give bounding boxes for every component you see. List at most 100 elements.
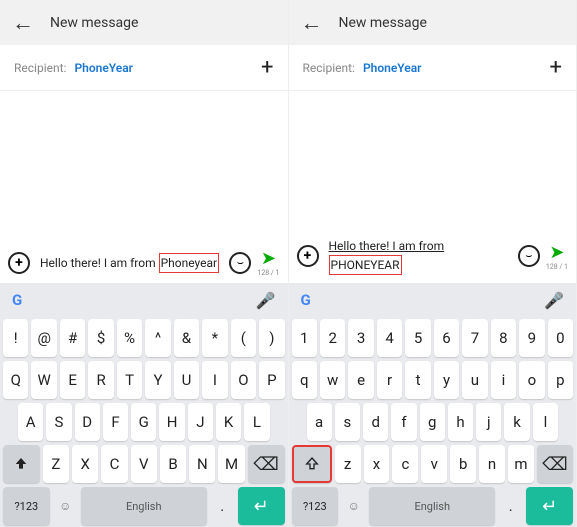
key[interactable]: 9 bbox=[519, 319, 544, 357]
key[interactable]: X bbox=[72, 445, 98, 483]
key[interactable]: k bbox=[504, 403, 529, 441]
key[interactable]: 3 bbox=[348, 319, 373, 357]
key[interactable]: 4 bbox=[377, 319, 402, 357]
key[interactable]: c bbox=[392, 445, 418, 483]
key[interactable]: V bbox=[131, 445, 157, 483]
recipient-row[interactable]: Recipient: PhoneYear + bbox=[0, 45, 288, 91]
key[interactable]: s bbox=[335, 403, 360, 441]
key[interactable]: E bbox=[60, 361, 85, 399]
key[interactable]: C bbox=[101, 445, 127, 483]
key[interactable]: R bbox=[88, 361, 113, 399]
key[interactable]: 1 bbox=[292, 319, 317, 357]
emoji-icon[interactable]: ⌣ bbox=[518, 245, 540, 267]
key[interactable]: K bbox=[216, 403, 241, 441]
shift-key[interactable] bbox=[292, 445, 332, 483]
key[interactable]: g bbox=[420, 403, 445, 441]
period-key[interactable]: . bbox=[210, 487, 235, 525]
backspace-key[interactable]: ⌫ bbox=[248, 445, 285, 483]
recipient-chip[interactable]: PhoneYear bbox=[74, 61, 133, 75]
symbols-key[interactable]: ?123 bbox=[292, 487, 339, 525]
key[interactable]: N bbox=[189, 445, 215, 483]
key[interactable]: 2 bbox=[320, 319, 345, 357]
key[interactable]: Z bbox=[43, 445, 69, 483]
key[interactable]: m bbox=[508, 445, 534, 483]
key[interactable]: G bbox=[131, 403, 156, 441]
emoji-key[interactable]: ☺ bbox=[53, 487, 78, 525]
back-icon[interactable]: ← bbox=[301, 10, 323, 36]
key[interactable]: U bbox=[174, 361, 199, 399]
space-key[interactable]: English bbox=[81, 487, 207, 525]
key[interactable]: n bbox=[479, 445, 505, 483]
emoji-icon[interactable]: ⌣ bbox=[229, 252, 251, 274]
key[interactable]: A bbox=[18, 403, 43, 441]
key[interactable]: l bbox=[533, 403, 558, 441]
key[interactable]: j bbox=[476, 403, 501, 441]
key[interactable]: t bbox=[405, 361, 430, 399]
key[interactable]: F bbox=[103, 403, 128, 441]
google-icon[interactable]: G bbox=[301, 291, 311, 309]
key[interactable]: T bbox=[117, 361, 142, 399]
key[interactable]: p bbox=[548, 361, 573, 399]
message-input[interactable]: Hello there! I am from PHONEYEAR bbox=[325, 235, 512, 277]
key[interactable]: 7 bbox=[462, 319, 487, 357]
key[interactable]: @ bbox=[31, 319, 56, 357]
back-icon[interactable]: ← bbox=[12, 10, 34, 36]
key[interactable]: v bbox=[421, 445, 447, 483]
key[interactable]: ! bbox=[3, 319, 28, 357]
send-icon[interactable]: ➤ bbox=[261, 248, 276, 269]
key[interactable]: & bbox=[174, 319, 199, 357]
google-icon[interactable]: G bbox=[12, 291, 22, 309]
key[interactable]: r bbox=[377, 361, 402, 399]
key[interactable]: o bbox=[519, 361, 544, 399]
key[interactable]: q bbox=[292, 361, 317, 399]
key[interactable]: f bbox=[391, 403, 416, 441]
key[interactable]: w bbox=[320, 361, 345, 399]
key[interactable]: * bbox=[202, 319, 227, 357]
key[interactable]: O bbox=[231, 361, 256, 399]
key[interactable]: a bbox=[307, 403, 332, 441]
recipient-chip[interactable]: PhoneYear bbox=[363, 61, 422, 75]
key[interactable]: 6 bbox=[434, 319, 459, 357]
key[interactable]: e bbox=[348, 361, 373, 399]
key[interactable]: x bbox=[364, 445, 390, 483]
key[interactable]: $ bbox=[88, 319, 113, 357]
key[interactable]: Q bbox=[3, 361, 28, 399]
message-input[interactable]: Hello there! I am from Phoneyear bbox=[36, 251, 223, 275]
key[interactable]: d bbox=[363, 403, 388, 441]
key[interactable]: M bbox=[218, 445, 244, 483]
key[interactable]: W bbox=[31, 361, 56, 399]
attach-icon[interactable]: + bbox=[8, 252, 30, 274]
symbols-key[interactable]: ?123 bbox=[3, 487, 50, 525]
key[interactable]: 5 bbox=[405, 319, 430, 357]
mic-icon[interactable]: 🎤 bbox=[256, 291, 276, 310]
key[interactable]: ^ bbox=[145, 319, 170, 357]
enter-key[interactable]: ↵ bbox=[238, 487, 285, 525]
key[interactable]: y bbox=[434, 361, 459, 399]
key[interactable]: 0 bbox=[548, 319, 573, 357]
message-area[interactable] bbox=[0, 91, 288, 242]
key[interactable]: u bbox=[462, 361, 487, 399]
key[interactable]: D bbox=[75, 403, 100, 441]
key[interactable]: ( bbox=[231, 319, 256, 357]
send-icon[interactable]: ➤ bbox=[549, 242, 564, 263]
key[interactable]: z bbox=[335, 445, 361, 483]
emoji-key[interactable]: ☺ bbox=[341, 487, 366, 525]
key[interactable]: # bbox=[60, 319, 85, 357]
message-area[interactable] bbox=[289, 91, 577, 229]
add-recipient-icon[interactable]: + bbox=[261, 55, 273, 80]
key[interactable]: Y bbox=[145, 361, 170, 399]
backspace-key[interactable]: ⌫ bbox=[537, 445, 573, 483]
key[interactable]: i bbox=[491, 361, 516, 399]
attach-icon[interactable]: + bbox=[297, 245, 319, 267]
mic-icon[interactable]: 🎤 bbox=[544, 291, 564, 310]
period-key[interactable]: . bbox=[498, 487, 523, 525]
key[interactable]: I bbox=[202, 361, 227, 399]
space-key[interactable]: English bbox=[369, 487, 495, 525]
key[interactable]: L bbox=[244, 403, 269, 441]
key[interactable]: ) bbox=[259, 319, 284, 357]
add-recipient-icon[interactable]: + bbox=[550, 55, 562, 80]
key[interactable]: % bbox=[117, 319, 142, 357]
shift-key[interactable] bbox=[3, 445, 40, 483]
key[interactable]: H bbox=[159, 403, 184, 441]
enter-key[interactable]: ↵ bbox=[526, 487, 573, 525]
